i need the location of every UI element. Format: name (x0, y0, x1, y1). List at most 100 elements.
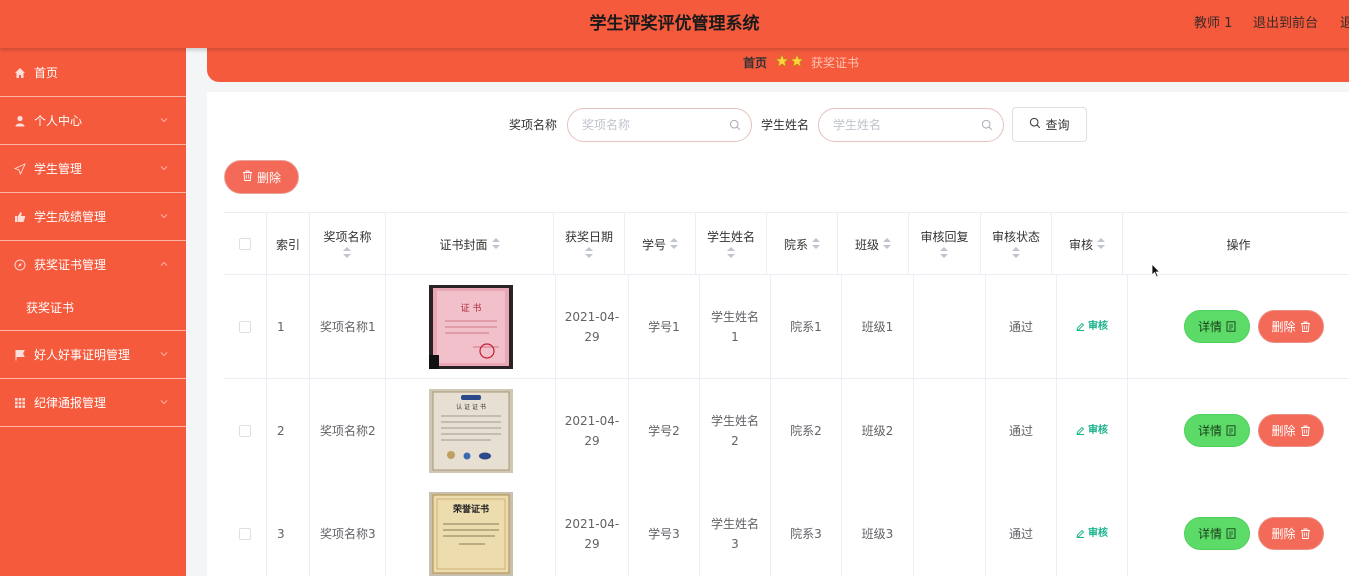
audit-link[interactable]: 审核 (1076, 524, 1108, 544)
sort-icon[interactable] (883, 238, 891, 250)
delete-button[interactable]: 删除 (1258, 517, 1324, 550)
audit-cell: 审核 (1057, 482, 1128, 576)
query-button[interactable]: 查询 (1012, 107, 1087, 142)
column-header-student-name[interactable]: 学生姓名 (696, 213, 767, 275)
column-header-label: 审核状态 (991, 230, 1040, 244)
select-all-checkbox[interactable] (239, 238, 251, 250)
award-name-placeholder: 奖项名称 (582, 118, 631, 132)
student-name-cell: 学生姓名2 (700, 379, 771, 482)
column-header-audit[interactable]: 审核 (1052, 213, 1123, 275)
delete-button[interactable]: 删除 (1258, 310, 1324, 343)
audit-link-label: 审核 (1088, 527, 1108, 539)
detail-button[interactable]: 详情 (1184, 414, 1250, 447)
batch-delete-label: 删除 (256, 170, 281, 185)
sidebar: 首页 个人中心 学生管理 学生成绩管理 获奖证书管理 获奖证书 好人好事证明管理 (0, 48, 186, 576)
delete-button-label: 删除 (1271, 424, 1296, 438)
sidebar-item-discipline[interactable]: 纪律通报管理 (0, 379, 186, 427)
sort-icon[interactable] (726, 247, 735, 259)
column-header-award-name[interactable]: 奖项名称 (310, 213, 386, 275)
student-name-search-input[interactable]: 学生姓名 (818, 108, 1004, 142)
column-header-class[interactable]: 班级 (838, 213, 909, 275)
chevron-down-icon (158, 162, 170, 174)
delete-button-label: 删除 (1271, 320, 1296, 334)
column-header-student-no[interactable]: 学号 (625, 213, 696, 275)
cover-cell: 认 证 证 书 (386, 379, 556, 482)
row-checkbox[interactable] (239, 320, 251, 333)
chevron-up-icon (158, 258, 170, 270)
award-name-cell: 奖项名称1 (310, 275, 386, 378)
award-name-cell: 奖项名称2 (310, 379, 386, 482)
table-row: 2 奖项名称2 认 证 证 书 2021-04-29 学号2 学生姓名2 院系2… (224, 379, 1349, 483)
sidebar-item-home[interactable]: 首页 (0, 48, 186, 97)
sort-icon[interactable] (343, 247, 352, 259)
certificate-cover-image[interactable]: 荣誉证书 (428, 491, 513, 576)
class-cell: 班级1 (842, 275, 914, 378)
cover-cell: 荣誉证书 (386, 482, 556, 576)
sidebar-item-label: 纪律通报管理 (34, 396, 107, 410)
search-icon (1029, 117, 1041, 132)
delete-button[interactable]: 删除 (1258, 414, 1324, 447)
sidebar-item-certificates[interactable]: 获奖证书管理 (0, 241, 186, 289)
sidebar-item-good-deeds[interactable]: 好人好事证明管理 (0, 331, 186, 379)
date-cell: 2021-04-29 (556, 275, 629, 378)
sidebar-item-grades[interactable]: 学生成绩管理 (0, 193, 186, 241)
certificate-cover-image[interactable]: 证 书 (428, 284, 513, 369)
sort-icon[interactable] (1097, 238, 1105, 250)
chevron-down-icon (158, 114, 170, 126)
row-checkbox[interactable] (239, 424, 251, 437)
breadcrumb-home[interactable]: 首页 (743, 54, 767, 71)
sort-icon[interactable] (491, 238, 500, 250)
sort-icon[interactable] (812, 238, 820, 250)
column-header-reply[interactable]: 审核回复 (909, 213, 981, 275)
student-name-cell: 学生姓名3 (700, 482, 771, 576)
trash-icon (1300, 321, 1310, 332)
award-name-cell: 奖项名称3 (310, 482, 386, 576)
row-select-cell (224, 482, 267, 576)
audit-link[interactable]: 审核 (1076, 317, 1108, 337)
sort-icon[interactable] (1011, 247, 1020, 259)
student-name-cell: 学生姓名1 (700, 275, 771, 378)
mouse-cursor-icon (1151, 263, 1161, 278)
column-header-label: 索引 (275, 237, 300, 252)
sidebar-item-profile[interactable]: 个人中心 (0, 97, 186, 145)
batch-delete-button[interactable]: 删除 (224, 160, 299, 194)
sidebar-item-students[interactable]: 学生管理 (0, 145, 186, 193)
award-name-search-input[interactable]: 奖项名称 (567, 108, 752, 142)
column-header-date[interactable]: 获奖日期 (554, 213, 625, 275)
sort-icon[interactable] (670, 238, 678, 250)
index-cell: 2 (267, 379, 310, 482)
column-header-cover[interactable]: 证书封面 (386, 213, 554, 275)
detail-button[interactable]: 详情 (1184, 310, 1250, 343)
logout-link[interactable]: 退出登录 (1340, 0, 1349, 48)
department-cell: 院系2 (771, 379, 842, 482)
sidebar-subitem-certificates[interactable]: 获奖证书 (0, 289, 186, 331)
row-select-cell (224, 379, 267, 482)
star-icon (775, 54, 805, 71)
svg-text:证 书: 证 书 (460, 303, 481, 314)
row-checkbox[interactable] (239, 527, 251, 540)
column-header-label: 学生姓名 (706, 230, 755, 244)
audit-link-label: 审核 (1088, 424, 1108, 436)
edit-icon (1076, 529, 1085, 538)
column-header-department[interactable]: 院系 (767, 213, 838, 275)
sidebar-item-label: 学生成绩管理 (34, 210, 107, 224)
sort-icon[interactable] (940, 247, 949, 259)
audit-link[interactable]: 审核 (1076, 421, 1108, 441)
sidebar-item-label: 好人好事证明管理 (34, 348, 131, 362)
document-icon (1226, 528, 1236, 539)
column-header-label: 证书封面 (439, 237, 488, 252)
back-to-frontend-link[interactable]: 退出到前台 (1253, 0, 1318, 48)
certificate-cover-image[interactable]: 认 证 证 书 (428, 388, 513, 473)
select-all-cell (224, 213, 267, 275)
search-icon (729, 119, 741, 134)
column-header-status[interactable]: 审核状态 (981, 213, 1052, 275)
document-icon (1226, 425, 1236, 436)
sort-icon[interactable] (584, 247, 593, 259)
svg-text:荣誉证书: 荣誉证书 (451, 503, 488, 515)
detail-button[interactable]: 详情 (1184, 517, 1250, 550)
sidebar-item-label: 学生管理 (34, 162, 83, 176)
row-select-cell (224, 275, 267, 378)
index-cell: 1 (267, 275, 310, 378)
sidebar-item-label: 获奖证书管理 (34, 258, 107, 272)
department-cell: 院系1 (771, 275, 842, 378)
